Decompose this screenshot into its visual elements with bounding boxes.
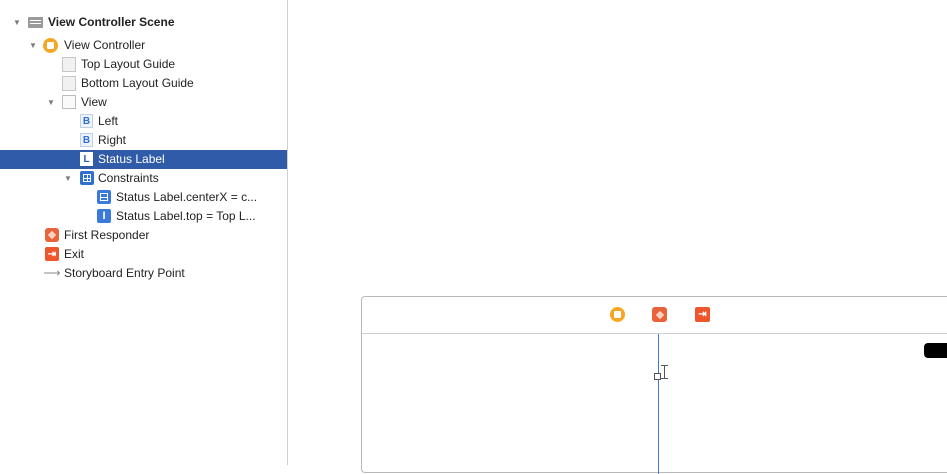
top-constraint-indicator[interactable]: [660, 365, 670, 381]
scene-dock: ⇥: [362, 297, 947, 334]
view-controller-icon: [43, 38, 58, 53]
first-responder-icon[interactable]: [652, 307, 667, 322]
storyboard-canvas[interactable]: ⇥: [288, 0, 947, 474]
center-x-guide-line: [658, 334, 659, 474]
outline-item-label: View Controller: [64, 38, 146, 52]
exit-icon: ⇥: [45, 247, 59, 261]
view-controller-icon[interactable]: [610, 307, 625, 322]
outline-item-top-layout-guide[interactable]: Top Layout Guide: [0, 55, 287, 74]
outline-item-label: Right: [98, 133, 127, 147]
outline-item-bottom-layout-guide[interactable]: Bottom Layout Guide: [0, 74, 287, 93]
disclosure-triangle-icon[interactable]: ▼: [12, 13, 22, 32]
status-label-handle[interactable]: [654, 373, 661, 380]
outline-item-label: Status Label.top = Top L...: [116, 209, 256, 223]
outline-item-label: Storyboard Entry Point: [64, 266, 185, 280]
arrow-icon: ⟶: [43, 265, 61, 280]
outline-item-label: Constraints: [98, 171, 159, 185]
outline-item-view-controller-scene[interactable]: ▼ View Controller Scene: [0, 13, 287, 32]
outline-item-label: Status Label.centerX = c...: [116, 190, 258, 204]
outline-item-view[interactable]: ▼ View: [0, 93, 287, 112]
disclosure-triangle-icon[interactable]: ▼: [46, 93, 56, 112]
constraints-icon: [80, 171, 94, 185]
outline-item-label: First Responder: [64, 228, 150, 242]
view-controller-scene-frame[interactable]: ⇥: [361, 296, 947, 474]
exit-icon[interactable]: ⇥: [695, 307, 710, 322]
outline-item-left-button[interactable]: B Left: [0, 112, 287, 131]
outline-item-constraints[interactable]: ▼ Constraints: [0, 169, 287, 188]
outline-item-status-label[interactable]: L Status Label: [0, 150, 287, 169]
outline-item-view-controller[interactable]: ▼ View Controller: [0, 36, 287, 55]
outline-item-label: Status Label: [98, 152, 165, 166]
layout-guide-icon: [62, 76, 76, 91]
outline-item-first-responder[interactable]: First Responder: [0, 226, 287, 245]
document-outline: ▼ View Controller Scene ▼ View Controlle…: [0, 0, 288, 465]
button-icon: B: [80, 114, 93, 128]
outline-item-label: View: [81, 95, 107, 109]
outline-item-right-button[interactable]: B Right: [0, 131, 287, 150]
layout-guide-icon: [62, 57, 76, 72]
outline-item-centerx-constraint[interactable]: Status Label.centerX = c...: [0, 188, 287, 207]
outline-item-label: View Controller Scene: [48, 15, 175, 29]
outline-item-top-constraint[interactable]: I Status Label.top = Top L...: [0, 207, 287, 226]
disclosure-triangle-icon[interactable]: ▼: [28, 36, 38, 55]
scene-icon: [28, 17, 43, 28]
disclosure-triangle-icon[interactable]: ▼: [63, 169, 73, 188]
outline-item-label: Bottom Layout Guide: [81, 76, 194, 90]
battery-icon: [924, 343, 947, 358]
outline-item-storyboard-entry-point[interactable]: ⟶ Storyboard Entry Point: [0, 264, 287, 283]
view-icon: [62, 95, 76, 109]
outline-item-label: Left: [98, 114, 119, 128]
first-responder-icon: [45, 228, 59, 242]
label-icon: L: [80, 152, 93, 166]
outline-item-exit[interactable]: ⇥ Exit: [0, 245, 287, 264]
outline-item-label: Top Layout Guide: [81, 57, 176, 71]
button-icon: B: [80, 133, 93, 147]
centerx-constraint-icon: [97, 190, 111, 204]
top-constraint-icon: I: [97, 209, 111, 223]
outline-item-label: Exit: [64, 247, 85, 261]
